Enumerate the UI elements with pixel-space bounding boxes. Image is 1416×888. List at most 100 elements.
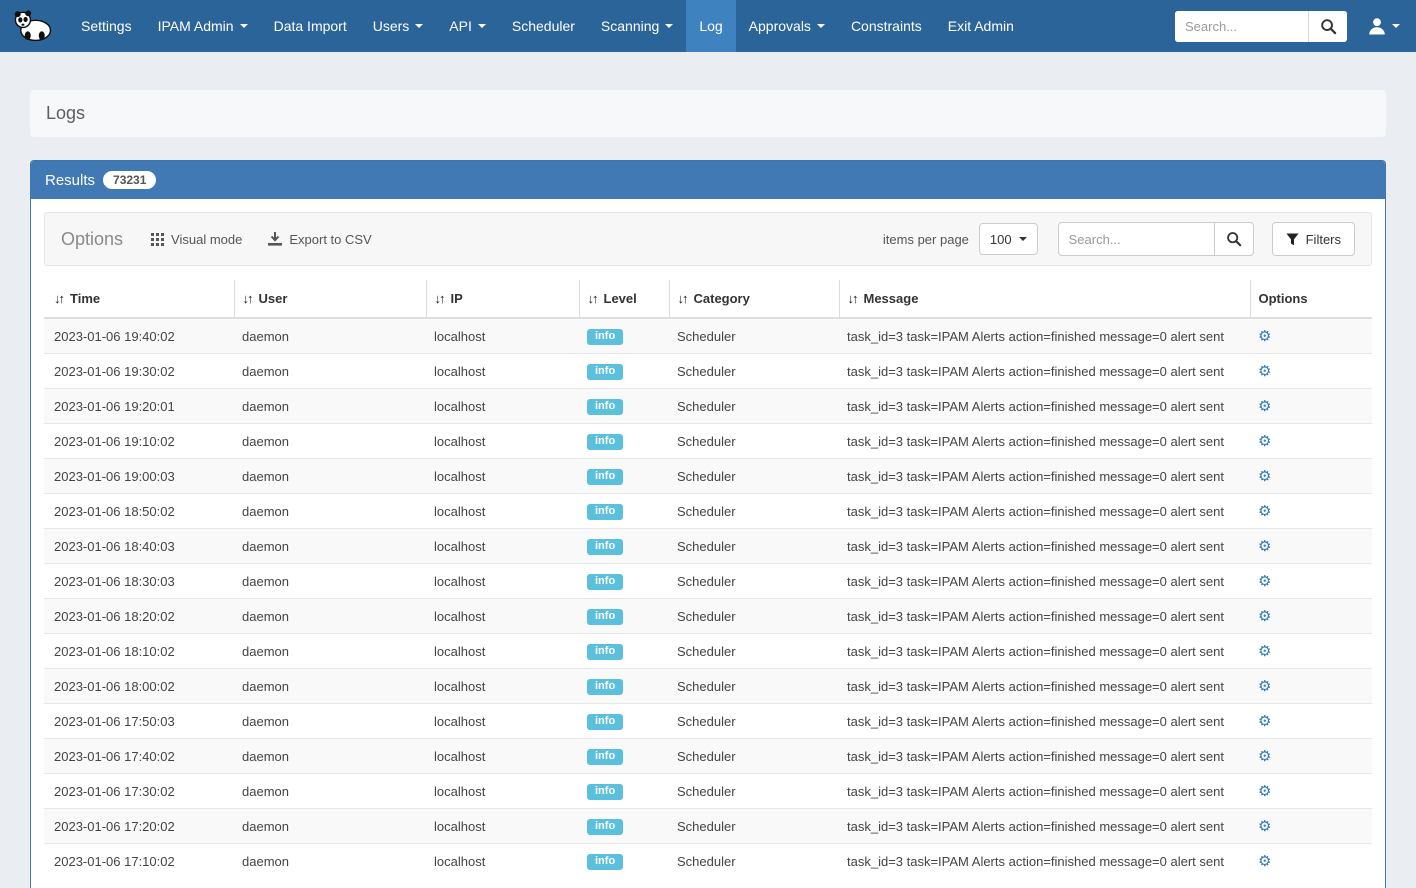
category-value: Scheduler: [677, 539, 736, 554]
user-value: daemon: [242, 504, 289, 519]
visual-mode-button[interactable]: Visual mode: [151, 232, 242, 247]
table-row: 2023-01-06 18:20:02daemonlocalhostinfoSc…: [44, 599, 1372, 634]
gear-icon[interactable]: ⚙: [1258, 644, 1271, 659]
nav-item-scanning[interactable]: Scanning: [588, 0, 686, 52]
level-cell: info: [579, 809, 669, 844]
message-cell: task_id=3 task=IPAM Alerts action=finish…: [839, 459, 1250, 494]
table-search-input[interactable]: [1058, 222, 1214, 256]
user-menu[interactable]: [1361, 16, 1406, 36]
nav-item-ipam-admin[interactable]: IPAM Admin: [145, 0, 261, 52]
chevron-down-icon: [415, 24, 423, 28]
nav-item-exit-admin[interactable]: Exit Admin: [935, 0, 1027, 52]
nav-item-data-import[interactable]: Data Import: [261, 0, 360, 52]
nav-item-users[interactable]: Users: [360, 0, 437, 52]
column-header-level[interactable]: ↓↑Level: [579, 280, 669, 318]
gear-icon[interactable]: ⚙: [1258, 714, 1271, 729]
nav-item-approvals[interactable]: Approvals: [736, 0, 838, 52]
level-cell: info: [579, 704, 669, 739]
filters-button[interactable]: Filters: [1272, 222, 1355, 256]
table-row: 2023-01-06 17:10:02daemonlocalhostinfoSc…: [44, 844, 1372, 879]
gear-icon[interactable]: ⚙: [1258, 819, 1271, 834]
gear-icon[interactable]: ⚙: [1258, 434, 1271, 449]
level-badge: info: [587, 469, 623, 485]
row-options-cell: ⚙: [1250, 389, 1372, 424]
gear-icon[interactable]: ⚙: [1258, 679, 1271, 694]
export-csv-button[interactable]: Export to CSV: [268, 232, 371, 247]
nav-item-settings[interactable]: Settings: [68, 0, 145, 52]
time-cell: 2023-01-06 18:10:02: [44, 634, 234, 669]
ip-cell: localhost: [426, 634, 579, 669]
user-cell: daemon: [234, 739, 426, 774]
time-value: 2023-01-06 17:20:02: [54, 819, 175, 834]
sort-icon: ↓↑: [243, 291, 252, 306]
gear-icon[interactable]: ⚙: [1258, 854, 1271, 869]
gear-icon[interactable]: ⚙: [1258, 609, 1271, 624]
gear-icon[interactable]: ⚙: [1258, 574, 1271, 589]
items-per-page-value: 100: [990, 232, 1012, 247]
log-table: ↓↑Time↓↑User↓↑IP↓↑Level↓↑Category↓↑Messa…: [44, 280, 1372, 878]
ip-value: localhost: [434, 644, 485, 659]
ip-cell: localhost: [426, 564, 579, 599]
table-row: 2023-01-06 18:00:02daemonlocalhostinfoSc…: [44, 669, 1372, 704]
time-value: 2023-01-06 19:20:01: [54, 399, 175, 414]
gear-icon[interactable]: ⚙: [1258, 784, 1271, 799]
column-header-category[interactable]: ↓↑Category: [669, 280, 839, 318]
gear-icon[interactable]: ⚙: [1258, 749, 1271, 764]
user-cell: daemon: [234, 774, 426, 809]
top-navbar: Settings IPAM Admin Data ImportUsersAPISch…: [0, 0, 1416, 52]
user-cell: daemon: [234, 809, 426, 844]
nav-item-log[interactable]: Log: [686, 0, 735, 52]
column-header-time[interactable]: ↓↑Time: [44, 280, 234, 318]
category-cell: Scheduler: [669, 564, 839, 599]
row-options-cell: ⚙: [1250, 318, 1372, 354]
column-label: Message: [864, 291, 919, 306]
level-cell: info: [579, 354, 669, 389]
user-value: daemon: [242, 329, 289, 344]
level-cell: info: [579, 494, 669, 529]
gear-icon[interactable]: ⚙: [1258, 469, 1271, 484]
table-row: 2023-01-06 19:40:02daemonlocalhostinfoSc…: [44, 318, 1372, 354]
panda-logo-icon: [12, 8, 54, 44]
global-search-button[interactable]: [1308, 11, 1347, 42]
table-row: 2023-01-06 17:30:02daemonlocalhostinfoSc…: [44, 774, 1372, 809]
user-value: daemon: [242, 469, 289, 484]
table-search-button[interactable]: [1214, 222, 1254, 256]
ip-value: localhost: [434, 434, 485, 449]
row-options-cell: ⚙: [1250, 494, 1372, 529]
category-value: Scheduler: [677, 364, 736, 379]
column-header-user[interactable]: ↓↑User: [234, 280, 426, 318]
message-cell: task_id=3 task=IPAM Alerts action=finish…: [839, 424, 1250, 459]
time-value: 2023-01-06 19:30:02: [54, 364, 175, 379]
ip-cell: localhost: [426, 529, 579, 564]
level-cell: info: [579, 844, 669, 879]
gear-icon[interactable]: ⚙: [1258, 329, 1271, 344]
column-header-message[interactable]: ↓↑Message: [839, 280, 1250, 318]
message-cell: task_id=3 task=IPAM Alerts action=finish…: [839, 389, 1250, 424]
row-options-cell: ⚙: [1250, 459, 1372, 494]
log-table-body: 2023-01-06 19:40:02daemonlocalhostinfoSc…: [44, 318, 1372, 878]
row-options-cell: ⚙: [1250, 564, 1372, 599]
user-icon: [1367, 16, 1387, 36]
items-per-page-select[interactable]: 100: [979, 223, 1038, 255]
gear-icon[interactable]: ⚙: [1258, 504, 1271, 519]
nav-item-scheduler[interactable]: Scheduler: [499, 0, 588, 52]
global-search-input[interactable]: [1175, 11, 1308, 42]
column-header-ip[interactable]: ↓↑IP: [426, 280, 579, 318]
category-value: Scheduler: [677, 784, 736, 799]
global-search: [1175, 11, 1347, 42]
gear-icon[interactable]: ⚙: [1258, 539, 1271, 554]
visual-mode-label: Visual mode: [171, 232, 242, 247]
gear-icon[interactable]: ⚙: [1258, 399, 1271, 414]
nav-item-api[interactable]: API: [436, 0, 499, 52]
category-value: Scheduler: [677, 399, 736, 414]
gear-icon[interactable]: ⚙: [1258, 364, 1271, 379]
category-cell: Scheduler: [669, 774, 839, 809]
chevron-down-icon: [478, 24, 486, 28]
phpipam-logo[interactable]: [8, 0, 68, 52]
page-title-panel: Logs: [30, 90, 1386, 137]
nav-item-label: IPAM Admin: [158, 18, 234, 34]
message-cell: task_id=3 task=IPAM Alerts action=finish…: [839, 599, 1250, 634]
time-cell: 2023-01-06 19:10:02: [44, 424, 234, 459]
category-value: Scheduler: [677, 609, 736, 624]
nav-item-constraints[interactable]: Constraints: [838, 0, 935, 52]
